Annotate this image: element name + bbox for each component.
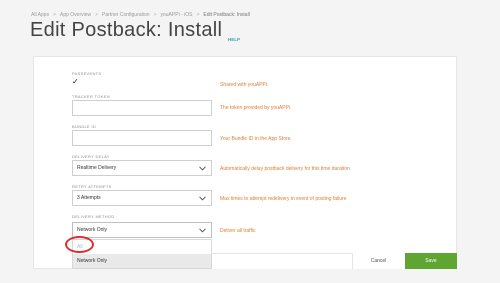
breadcrumb: All Apps > App Overview > Partner Configurat…	[31, 12, 250, 18]
chevron-down-icon	[197, 163, 207, 173]
breadcrumb-all-apps[interactable]: All Apps	[31, 12, 49, 18]
breadcrumb-separator: >	[53, 12, 56, 18]
delivery-delay-label: DELIVERY DELAY	[72, 154, 110, 159]
bundle-id-hint: Your Bundle ID in the App Store.	[220, 136, 292, 142]
breadcrumb-separator: >	[95, 12, 99, 18]
pass-events-hint: Shared with youAPPi.	[220, 82, 269, 88]
delivery-delay-hint: Automatically delay postback delivery fo…	[220, 166, 350, 172]
annotation-circle	[65, 236, 94, 253]
retry-attempts-label: RETRY ATTEMPTS	[72, 184, 112, 189]
help-link[interactable]: HELP	[228, 37, 240, 42]
breadcrumb-partner-configuration[interactable]: Partner Configuration	[102, 12, 150, 18]
delivery-delay-select[interactable]: Realtime Delivery	[72, 160, 212, 176]
delivery-delay-value: Realtime Delivery	[77, 165, 117, 171]
pass-events-checkbox[interactable]: ✓	[72, 78, 80, 86]
chevron-down-icon	[197, 193, 207, 203]
retry-attempts-select[interactable]: 3 Attempts	[72, 190, 212, 206]
chevron-down-icon	[197, 225, 207, 235]
breadcrumb-app-overview[interactable]: App Overview	[60, 12, 91, 18]
breadcrumb-separator: >	[153, 12, 157, 18]
breadcrumb-partner[interactable]: youAPPi - iOS	[161, 12, 193, 18]
tracker-token-hint: The token provided by youAPPi.	[220, 105, 292, 111]
tracker-token-label: TRACKER TOKEN	[72, 94, 110, 99]
dropdown-option-network-only[interactable]: Network Only	[73, 254, 211, 268]
breadcrumb-separator: >	[196, 12, 200, 18]
bundle-id-label: BUNDLE ID	[72, 124, 97, 129]
page-title: Edit Postback: Install	[30, 19, 223, 41]
retry-attempts-value: 3 Attempts	[77, 195, 101, 201]
pass-events-label: PASSEVENTS	[72, 71, 102, 76]
delivery-method-value: Network Only	[77, 227, 108, 233]
retry-attempts-hint: Max times to attempt redelivery in event…	[220, 196, 347, 202]
breadcrumb-current: Edit Postback: Install	[203, 12, 250, 18]
delivery-method-label: DELIVERY METHOD	[72, 214, 115, 219]
cancel-button[interactable]: Cancel	[352, 253, 404, 269]
bundle-id-input[interactable]	[72, 130, 212, 146]
tracker-token-input[interactable]	[72, 100, 212, 116]
delivery-method-hint: Deliver all traffic	[220, 228, 256, 234]
save-button[interactable]: Save	[405, 253, 457, 269]
delivery-method-select[interactable]: Network Only	[72, 222, 212, 238]
